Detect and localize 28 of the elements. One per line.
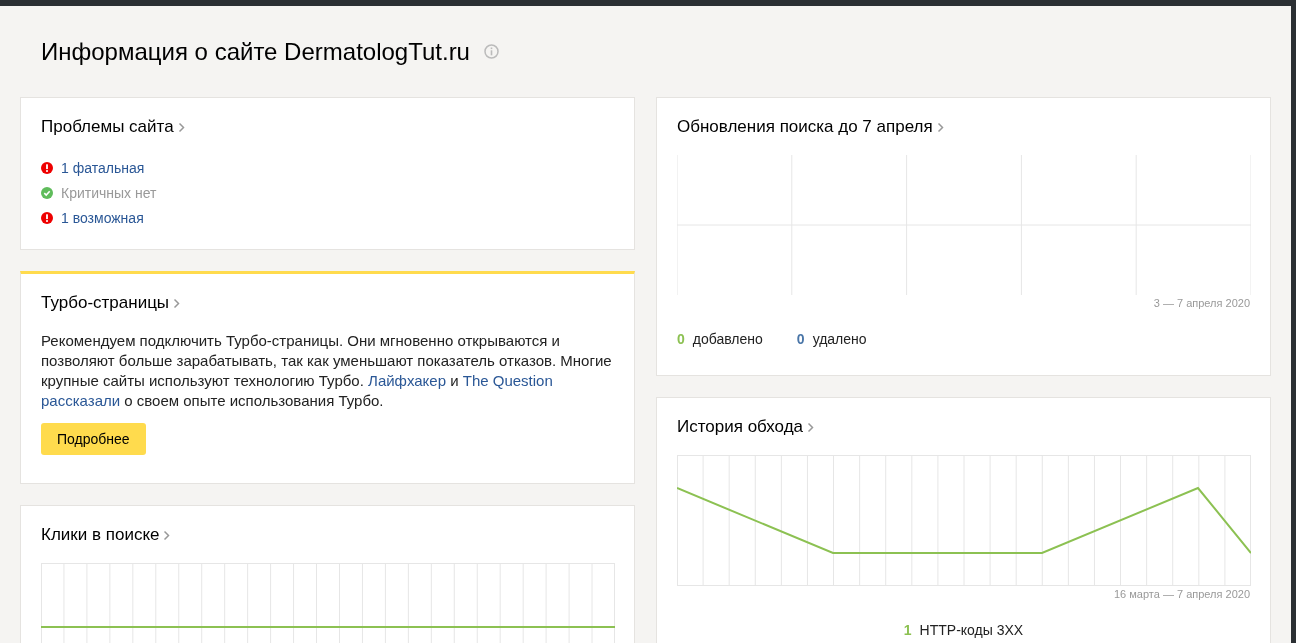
chevron-icon: [173, 297, 181, 309]
card-title-link[interactable]: Проблемы сайта: [41, 117, 185, 137]
page-title: Информация о сайте DermatologTut.ru: [41, 37, 470, 66]
legend-label: HTTP-коды 3XX: [919, 622, 1024, 638]
card-title-link[interactable]: Обновления поиска до 7 апреля: [677, 117, 944, 137]
article-link[interactable]: The Question: [462, 372, 553, 389]
stat-value: 0: [677, 331, 685, 347]
period-label: 16 марта — 7 апреля 2020: [1113, 588, 1250, 600]
article-link[interactable]: рассказали: [41, 392, 121, 409]
article-link[interactable]: Лайфхакер: [368, 372, 447, 389]
chevron-icon: [936, 121, 944, 133]
period-label: 3 — 7 апреля 2020: [1152, 297, 1250, 309]
problem-link[interactable]: 1 возможная: [61, 209, 144, 226]
status-text: Критичных нет: [61, 184, 157, 201]
stat-label: добавлено: [692, 331, 763, 347]
chevron-icon: [163, 529, 171, 541]
chevron-icon: [177, 121, 185, 133]
card-title-link[interactable]: Турбо-страницы: [41, 293, 181, 313]
info-icon[interactable]: [483, 44, 499, 59]
card-title-link[interactable]: История обхода: [677, 417, 815, 437]
turbo-description: Рекомендуем подключить Турбо-страницы. Они мгновенно открываются и позволяют больше зарабатывать, так как уменьшают показатель отказов. Многие крупные сайты используют технологию Турбо. Лайфхакер и The Question рассказали о своем опыте использования Турбо.: [41, 331, 613, 411]
legend-value: 1: [903, 622, 912, 638]
problem-link[interactable]: 1 фатальная: [61, 159, 145, 176]
card-title-link[interactable]: Клики в поиске: [41, 525, 171, 545]
stat-value: 0: [796, 331, 805, 347]
details-button[interactable]: Подробнее: [41, 423, 146, 455]
stat-label: удалено: [812, 331, 867, 347]
chevron-icon: [807, 421, 815, 433]
